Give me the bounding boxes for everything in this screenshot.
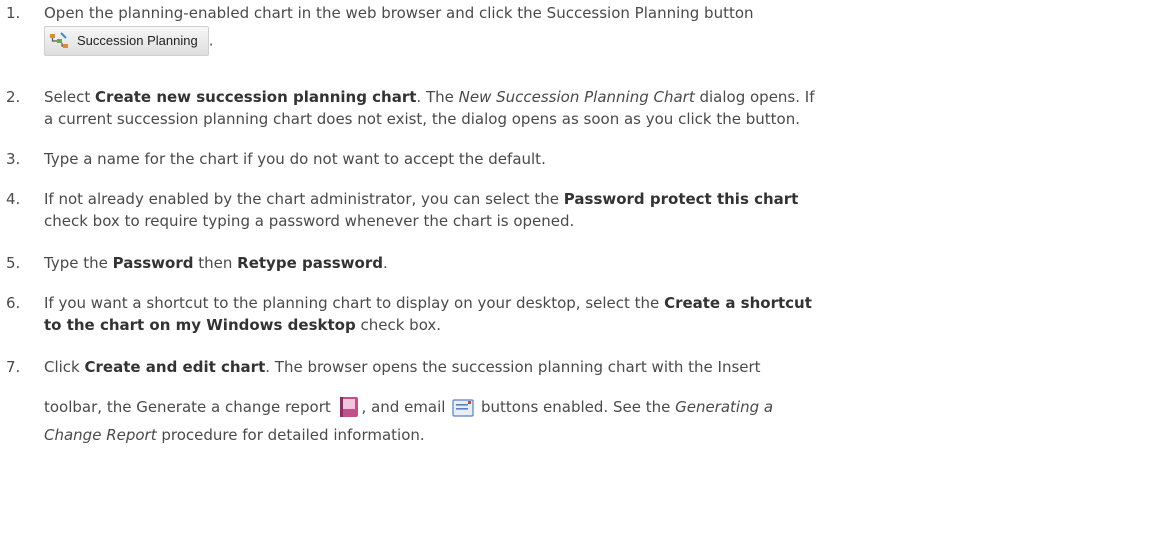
- password-protect-option: Password protect this chart: [563, 190, 799, 208]
- step-1-text: Open the planning-enabled chart in the w…: [44, 4, 754, 22]
- t3: .: [382, 254, 388, 272]
- t2: . The: [416, 88, 459, 106]
- t6: procedure for detailed information.: [156, 426, 425, 444]
- line2: a current succession planning chart does…: [44, 110, 800, 128]
- t2: then: [193, 254, 238, 272]
- t3: dialog opens. If: [694, 88, 815, 106]
- step-number: 6.: [6, 294, 21, 312]
- t1: Type the: [44, 254, 113, 272]
- step-text: Type a name for the chart if you do not …: [44, 150, 546, 168]
- t1: If not already enabled by the chart admi…: [44, 190, 564, 208]
- create-shortcut-option-cont: to the chart on my Windows desktop: [44, 316, 356, 334]
- password-field-name: Password: [112, 254, 194, 272]
- t2: check box.: [355, 316, 442, 334]
- step-number: 7.: [6, 358, 21, 376]
- procedure-link-part1: Generating a: [675, 398, 774, 416]
- t4: , and email: [361, 398, 451, 416]
- step-text: If not already enabled by the chart admi…: [44, 188, 1162, 232]
- succession-planning-label: Succession Planning: [77, 33, 198, 48]
- step-number: 5.: [6, 254, 21, 272]
- step-number: 4.: [6, 190, 21, 208]
- step-number: 1.: [6, 4, 21, 22]
- step-text: If you want a shortcut to the planning c…: [44, 292, 1162, 336]
- t1: If you want a shortcut to the planning c…: [44, 294, 665, 312]
- step-number: 2.: [6, 88, 21, 106]
- create-shortcut-option: Create a shortcut: [664, 294, 812, 312]
- step-1-period: .: [208, 31, 214, 50]
- t5: buttons enabled. See the: [476, 398, 676, 416]
- succession-planning-button-image: Succession Planning: [44, 26, 209, 56]
- change-report-icon: [338, 396, 360, 424]
- line2: check box to require typing a password w…: [44, 212, 575, 230]
- step-number: 3.: [6, 150, 21, 168]
- step-text: Select Create new succession planning ch…: [44, 86, 1162, 130]
- succession-planning-icon: [50, 32, 68, 48]
- create-new-chart-option: Create new succession planning chart: [95, 88, 417, 106]
- t3: toolbar, the Generate a change report: [44, 398, 336, 416]
- t2: . The browser opens the succession plann…: [265, 358, 761, 376]
- procedure-link-part2: Change Report: [44, 426, 157, 444]
- step-text: Click Create and edit chart. The browser…: [44, 356, 1162, 446]
- retype-password-field-name: Retype password: [237, 254, 383, 272]
- step-text: Type the Password then Retype password.: [44, 252, 1162, 274]
- create-and-edit-option: Create and edit chart: [84, 358, 266, 376]
- email-icon: [452, 398, 474, 424]
- t1: Click: [44, 358, 85, 376]
- step-text: Open the planning-enabled chart in the w…: [44, 2, 1162, 56]
- dialog-name: New Succession Planning Chart: [458, 88, 695, 106]
- t1: Select: [44, 88, 96, 106]
